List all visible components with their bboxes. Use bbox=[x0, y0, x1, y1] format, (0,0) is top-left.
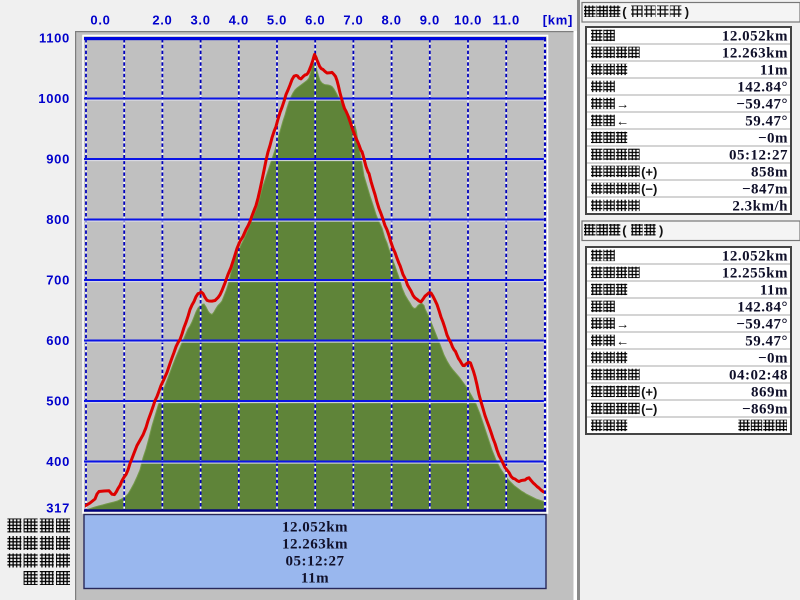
svg-text:(: ( bbox=[622, 5, 627, 20]
svg-text:−59.47°: −59.47° bbox=[736, 317, 788, 333]
svg-text:12.052km: 12.052km bbox=[722, 249, 788, 265]
svg-text:2.0: 2.0 bbox=[152, 13, 172, 28]
svg-text:6.0: 6.0 bbox=[305, 13, 325, 28]
svg-text:[km]: [km] bbox=[543, 13, 573, 28]
svg-text:500: 500 bbox=[46, 394, 70, 409]
svg-text:858m: 858m bbox=[751, 165, 788, 181]
svg-text:59.47°: 59.47° bbox=[745, 334, 788, 350]
svg-text:−869m: −869m bbox=[742, 402, 788, 418]
svg-text:59.47°: 59.47° bbox=[745, 114, 788, 130]
svg-text:04:02:48: 04:02:48 bbox=[729, 368, 788, 384]
svg-text:5.0: 5.0 bbox=[267, 13, 287, 28]
svg-text:4.0: 4.0 bbox=[229, 13, 249, 28]
svg-text:): ) bbox=[685, 5, 689, 20]
svg-text:−847m: −847m bbox=[742, 182, 788, 198]
svg-text:12.263km: 12.263km bbox=[722, 46, 788, 62]
svg-text:400: 400 bbox=[46, 454, 70, 469]
svg-text:12.255km: 12.255km bbox=[722, 266, 788, 282]
svg-text:2.3km/h: 2.3km/h bbox=[732, 199, 788, 215]
svg-text:12.263km: 12.263km bbox=[282, 537, 348, 553]
svg-text:0.0: 0.0 bbox=[90, 13, 110, 28]
svg-text:900: 900 bbox=[46, 152, 70, 167]
svg-text:8.0: 8.0 bbox=[382, 13, 402, 28]
svg-text:142.84°: 142.84° bbox=[737, 80, 788, 96]
svg-text:10.0: 10.0 bbox=[454, 13, 482, 28]
svg-text:317: 317 bbox=[46, 501, 70, 516]
svg-text:05:12:27: 05:12:27 bbox=[729, 148, 788, 164]
svg-text:800: 800 bbox=[46, 212, 70, 227]
svg-text:600: 600 bbox=[46, 333, 70, 348]
svg-text:11m: 11m bbox=[301, 571, 329, 587]
svg-text:(−): (−) bbox=[641, 401, 657, 416]
svg-text:−0m: −0m bbox=[758, 351, 788, 367]
svg-text:869m: 869m bbox=[751, 385, 788, 401]
svg-text:11m: 11m bbox=[760, 283, 788, 299]
svg-text:9.0: 9.0 bbox=[420, 13, 440, 28]
svg-text:12.052km: 12.052km bbox=[282, 520, 348, 536]
svg-text:−59.47°: −59.47° bbox=[736, 97, 788, 113]
svg-text:→: → bbox=[616, 316, 629, 331]
svg-text:3.0: 3.0 bbox=[191, 13, 211, 28]
svg-text:−0m: −0m bbox=[758, 131, 788, 147]
svg-text:05:12:27: 05:12:27 bbox=[286, 554, 345, 570]
svg-text:(+): (+) bbox=[641, 164, 657, 179]
svg-text:11.0: 11.0 bbox=[493, 13, 520, 28]
svg-text:): ) bbox=[659, 223, 663, 238]
svg-text:(: ( bbox=[622, 223, 627, 238]
svg-text:1000: 1000 bbox=[38, 91, 70, 106]
svg-text:←: ← bbox=[616, 333, 629, 348]
svg-text:12.052km: 12.052km bbox=[722, 29, 788, 45]
svg-text:→: → bbox=[616, 96, 629, 111]
svg-text:142.84°: 142.84° bbox=[737, 300, 788, 316]
svg-text:(+): (+) bbox=[641, 384, 657, 399]
svg-text:700: 700 bbox=[46, 273, 70, 288]
svg-text:(−): (−) bbox=[641, 181, 657, 196]
svg-text:11m: 11m bbox=[760, 63, 788, 79]
svg-text:1100: 1100 bbox=[39, 31, 70, 46]
svg-text:7.0: 7.0 bbox=[343, 13, 363, 28]
svg-text:←: ← bbox=[616, 113, 629, 128]
